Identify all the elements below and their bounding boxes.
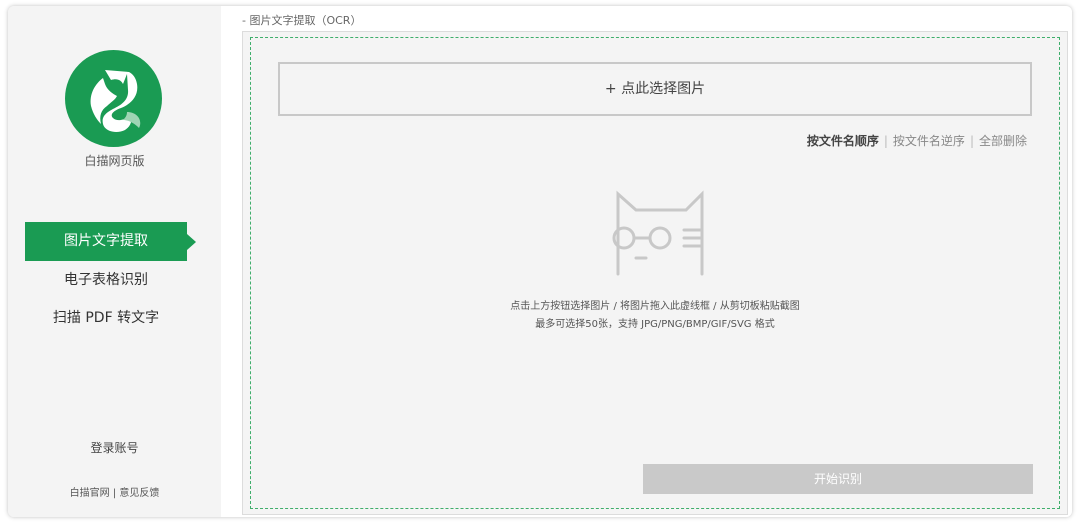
sort-separator: | — [969, 134, 974, 148]
breadcrumb: - 图片文字提取（OCR） — [242, 14, 362, 27]
upload-hint: 点击上方按钮选择图片 / 将图片拖入此虚线框 / 从剪切板粘贴截图 — [510, 301, 800, 312]
nav-item-label: 图片文字提取 — [64, 233, 148, 249]
main-content: - 图片文字提取（OCR） + 点此选择图片 按文件名顺序 | 按文件名逆序 | 全部删… — [221, 6, 1072, 517]
sort-by-name-desc-link[interactable]: 按文件名逆序 — [893, 134, 965, 148]
nav-item-label: 扫描 PDF 转文字 — [52, 310, 160, 326]
format-hint: 最多可选择50张，支持 JPG/PNG/BMP/GIF/SVG 格式 — [535, 319, 775, 330]
upload-panel: + 点此选择图片 按文件名顺序 | 按文件名逆序 | 全部删除 点击上方按钮选择… — [242, 31, 1068, 515]
delete-all-link[interactable]: 全部删除 — [979, 134, 1027, 148]
cat-with-glasses-icon — [606, 186, 706, 278]
nav-item-pdf-to-text[interactable]: 扫描 PDF 转文字 — [25, 299, 187, 338]
feedback-link[interactable]: 意见反馈 — [119, 488, 159, 499]
login-button[interactable]: 登录账号 — [8, 439, 221, 456]
nav-item-table-recognition[interactable]: 电子表格识别 — [25, 261, 187, 300]
footer-separator: | — [112, 488, 117, 499]
sort-bar: 按文件名顺序 | 按文件名逆序 | 全部删除 — [807, 132, 1027, 149]
footer-links: 白描官网 | 意见反馈 — [8, 484, 221, 499]
official-site-link[interactable]: 白描官网 — [70, 488, 110, 499]
sort-separator: | — [883, 134, 888, 148]
nav-item-label: 电子表格识别 — [64, 272, 148, 288]
sort-by-name-asc-link[interactable]: 按文件名顺序 — [807, 134, 879, 148]
start-recognition-button[interactable]: 开始识别 — [643, 464, 1033, 494]
app-name: 白描网页版 — [84, 154, 145, 168]
white-cat-logo-icon — [65, 50, 162, 147]
select-image-button[interactable]: + 点此选择图片 — [278, 62, 1032, 116]
drop-zone[interactable]: + 点此选择图片 按文件名顺序 | 按文件名逆序 | 全部删除 点击上方按钮选择… — [250, 37, 1060, 509]
sidebar: 白描网页版 图片文字提取 电子表格识别 扫描 PDF 转文字 登录账号 白描官网… — [8, 6, 221, 517]
nav-item-image-ocr[interactable]: 图片文字提取 — [25, 222, 196, 261]
app-window: 白描网页版 图片文字提取 电子表格识别 扫描 PDF 转文字 登录账号 白描官网… — [8, 6, 1072, 517]
